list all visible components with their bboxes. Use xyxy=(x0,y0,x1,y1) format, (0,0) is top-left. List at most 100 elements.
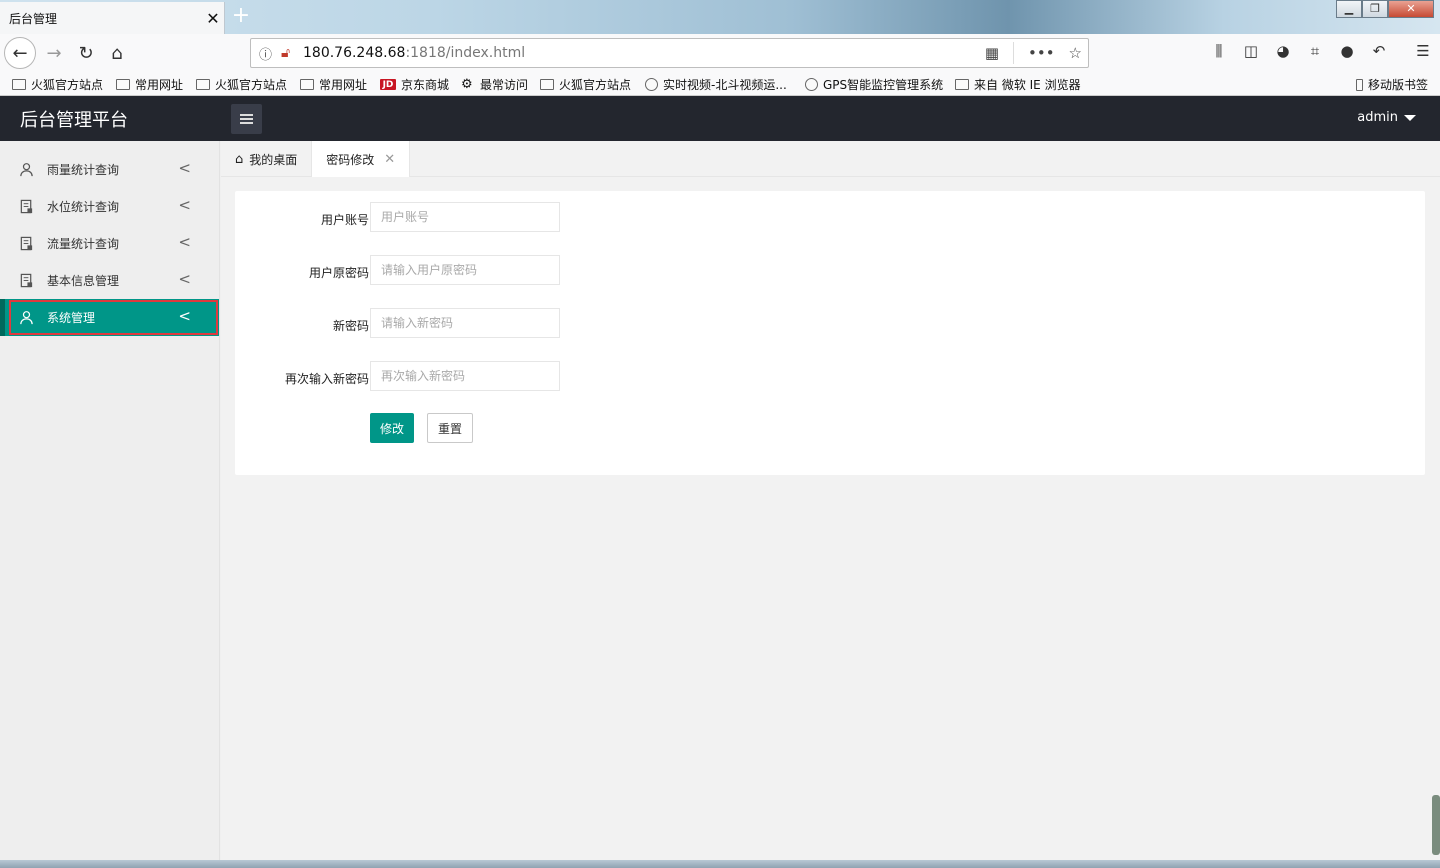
browser-tab[interactable]: 后台管理 ✕ xyxy=(0,2,225,34)
sidebar-item-label: 雨量统计查询 xyxy=(47,163,120,177)
sidebar-item-water-level[interactable]: 水位统计查询 < xyxy=(0,188,219,225)
sidebar-item-label: 水位统计查询 xyxy=(47,200,120,214)
account-label: 用户账号 xyxy=(320,213,369,227)
globe-icon xyxy=(645,78,658,91)
window-close-icon[interactable]: ✕ xyxy=(1388,0,1434,18)
bookmark-item[interactable]: 常用网址 xyxy=(300,76,367,93)
url-separator xyxy=(1013,42,1014,64)
gear-icon: ⚙ xyxy=(461,77,473,92)
window-controls: ▁ ❐ ✕ xyxy=(1336,0,1434,18)
bookmark-item[interactable]: ⚙ 最常访问 xyxy=(461,76,528,93)
home-icon: ⌂ xyxy=(235,151,244,167)
home-icon[interactable]: ⌂ xyxy=(101,37,133,69)
bookmark-item[interactable]: 来自 微软 IE 浏览器 xyxy=(955,76,1081,93)
globe-icon xyxy=(805,78,818,91)
sidebar-item-label: 系统管理 xyxy=(47,311,96,325)
form-row-account: 用户账号 xyxy=(235,202,635,232)
tab-desktop[interactable]: ⌂ 我的桌面 xyxy=(221,141,311,177)
new-tab-icon[interactable]: + xyxy=(229,3,253,29)
reset-button[interactable]: 重置 xyxy=(427,413,473,443)
sidebar: 雨量统计查询 < 水位统计查询 < 流量统计查询 < 基本信息管理 < 系统管理… xyxy=(0,141,220,868)
document-icon xyxy=(18,236,34,252)
confirm-password-input[interactable] xyxy=(370,361,560,391)
chevron-left-icon: < xyxy=(178,270,191,288)
folder-icon xyxy=(116,79,130,90)
folder-icon xyxy=(540,79,554,90)
phone-icon xyxy=(1356,78,1363,91)
confirm-password-label: 再次输入新密码 xyxy=(284,372,369,386)
more-icon[interactable]: ••• xyxy=(1028,44,1055,62)
document-icon xyxy=(18,273,34,289)
mobile-bookmarks[interactable]: 移动版书签 xyxy=(1356,76,1428,93)
tab-label: 密码修改 xyxy=(326,152,375,167)
bookmark-item[interactable]: 火狐官方站点 xyxy=(196,76,287,93)
browser-navbar: ← → ↻ ⌂ ⓘ 🔓︎ 180.76.248.68:1818/index.ht… xyxy=(0,34,1440,72)
new-password-label: 新密码 xyxy=(332,319,369,333)
bookmark-item[interactable]: 火狐官方站点 xyxy=(540,76,631,93)
form-row-new-password: 新密码 xyxy=(235,308,635,338)
user-menu[interactable]: admin xyxy=(1357,110,1416,125)
url-text[interactable]: 180.76.248.68:1818/index.html xyxy=(303,45,985,61)
bookmarks-bar: 火狐官方站点 常用网址 火狐官方站点 常用网址 JD 京东商城 ⚙ 最常访问 火狐官… xyxy=(0,72,1440,96)
sidebar-item-system[interactable]: 系统管理 < xyxy=(0,299,219,336)
chat-icon[interactable]: ● xyxy=(1338,42,1356,60)
crop-icon[interactable]: ⌗ xyxy=(1306,42,1324,60)
hamburger-menu-icon[interactable]: ☰ xyxy=(1414,42,1432,60)
old-password-input[interactable] xyxy=(370,255,560,285)
main-content: ⌂ 我的桌面 密码修改 ✕ 用户账号 用户原密码 新密码 再次输入新密码 修改 … xyxy=(221,141,1440,868)
form-row-old-password: 用户原密码 xyxy=(235,255,635,285)
browser-tab-title: 后台管理 xyxy=(9,11,58,26)
bookmark-star-icon[interactable]: ☆ xyxy=(1069,44,1082,62)
bookmark-item[interactable]: 火狐官方站点 xyxy=(12,76,103,93)
url-bar[interactable]: ⓘ 🔓︎ 180.76.248.68:1818/index.html ▦ •••… xyxy=(250,38,1089,68)
forward-arrow-icon[interactable]: → xyxy=(38,37,70,69)
chevron-left-icon: < xyxy=(178,159,191,177)
folder-icon xyxy=(196,79,210,90)
reload-icon[interactable]: ↻ xyxy=(70,37,102,69)
tab-change-password[interactable]: 密码修改 ✕ xyxy=(311,141,411,177)
info-icon[interactable]: ⓘ xyxy=(259,44,281,63)
user-icon xyxy=(18,162,34,178)
bookmark-item[interactable]: JD 京东商城 xyxy=(380,76,449,93)
jd-icon: JD xyxy=(380,79,396,90)
library-icon[interactable]: ⫼ xyxy=(1210,42,1228,60)
folder-icon xyxy=(955,79,969,90)
close-icon[interactable]: ✕ xyxy=(384,152,395,167)
os-taskbar xyxy=(0,860,1440,868)
account-input[interactable] xyxy=(370,202,560,232)
new-password-input[interactable] xyxy=(370,308,560,338)
sidebar-item-rainfall[interactable]: 雨量统计查询 < xyxy=(0,151,219,188)
bookmark-item[interactable]: GPS智能监控管理系统 xyxy=(805,76,943,93)
sidebar-item-flow[interactable]: 流量统计查询 < xyxy=(0,225,219,262)
qr-code-icon[interactable]: ▦ xyxy=(985,44,999,62)
undo-icon[interactable]: ↶ xyxy=(1370,42,1388,60)
folder-icon xyxy=(300,79,314,90)
restore-icon[interactable]: ❐ xyxy=(1362,0,1388,18)
chevron-left-icon: < xyxy=(178,233,191,251)
scrollbar-thumb[interactable] xyxy=(1432,795,1440,855)
user-name: admin xyxy=(1357,110,1398,125)
menu-toggle-icon[interactable] xyxy=(231,104,262,134)
app-logo: 后台管理平台 xyxy=(20,110,128,131)
back-arrow-icon[interactable]: ← xyxy=(4,37,36,69)
minimize-icon[interactable]: ▁ xyxy=(1336,0,1362,18)
form-row-confirm-password: 再次输入新密码 xyxy=(235,361,635,391)
sidebar-item-basic-info[interactable]: 基本信息管理 < xyxy=(0,262,219,299)
bookmark-item[interactable]: 常用网址 xyxy=(116,76,183,93)
folder-icon xyxy=(12,79,26,90)
document-icon xyxy=(18,199,34,215)
sidebar-item-label: 基本信息管理 xyxy=(47,274,120,288)
caret-down-icon xyxy=(1404,114,1416,121)
extension-icon[interactable]: ◕ xyxy=(1274,42,1292,60)
submit-button[interactable]: 修改 xyxy=(370,413,414,443)
password-form: 用户账号 用户原密码 新密码 再次输入新密码 修改 重置 xyxy=(235,191,1425,475)
chevron-left-icon: < xyxy=(178,196,191,214)
old-password-label: 用户原密码 xyxy=(308,266,369,280)
close-tab-icon[interactable]: ✕ xyxy=(202,9,224,28)
app-header: 后台管理平台 admin xyxy=(0,96,1440,141)
bookmark-item[interactable]: 实时视频-北斗视频运... xyxy=(645,76,787,93)
tab-label: 我的桌面 xyxy=(249,152,298,167)
insecure-lock-icon[interactable]: 🔓︎ xyxy=(281,45,303,61)
browser-toolbar: ⫼ ◫ ◕ ⌗ ● ↶ ☰ xyxy=(1210,42,1432,60)
sidebar-icon[interactable]: ◫ xyxy=(1242,42,1260,60)
